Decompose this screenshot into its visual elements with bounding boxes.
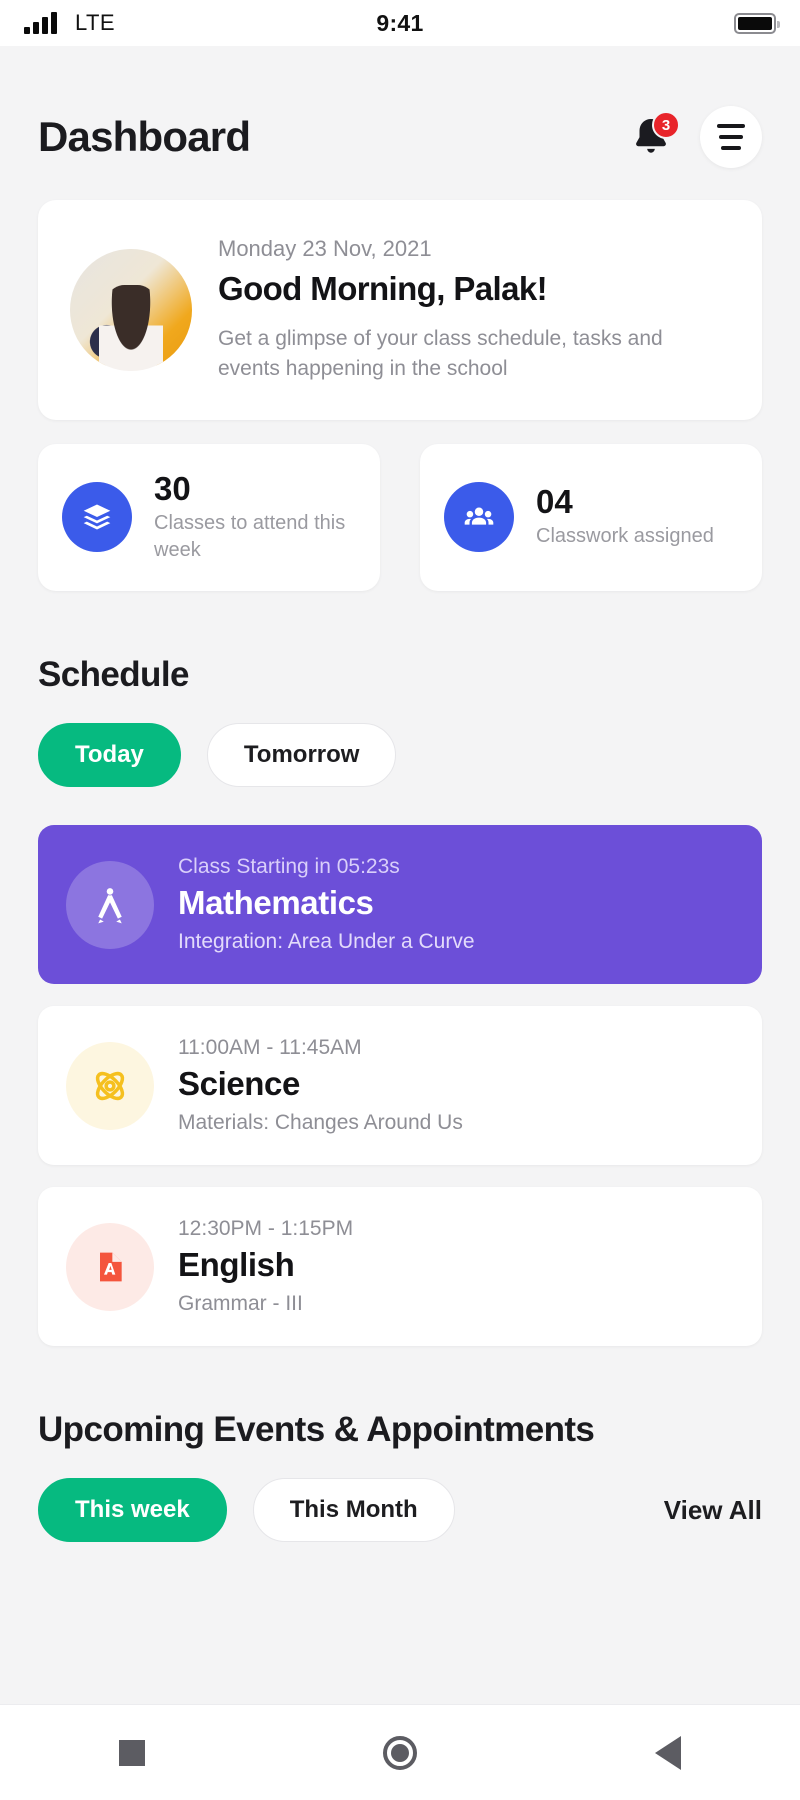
schedule-item-time: Class Starting in 05:23s [178, 855, 400, 879]
tab-this-week[interactable]: This week [38, 1478, 227, 1543]
schedule-item-mathematics[interactable]: Class Starting in 05:23s Mathematics Int… [38, 825, 762, 985]
schedule-tabs: Today Tomorrow [38, 723, 762, 788]
schedule-item-text: 12:30PM - 1:15PM English Grammar - III [178, 1217, 353, 1316]
stat-card-classwork[interactable]: 04 Classwork assigned [420, 443, 762, 592]
status-bar: LTE 9:41 [0, 0, 800, 46]
triangle-back-icon[interactable] [655, 1735, 681, 1770]
people-group-icon [444, 482, 514, 553]
scroll-content: Dashboard 3 Monday 23 Nov, 2021 Good Mor… [0, 46, 800, 1704]
schedule-item-topic: Grammar - III [178, 1292, 303, 1316]
tab-this-month[interactable]: This Month [252, 1478, 455, 1543]
schedule-item-topic: Integration: Area Under a Curve [178, 930, 475, 954]
header-actions: 3 [628, 106, 762, 168]
greeting-title: Good Morning, Palak! [218, 270, 548, 307]
stats-row: 30 Classes to attend this week 04 Classw… [38, 443, 762, 592]
stat-text: 30 Classes to attend this week [154, 469, 356, 563]
status-bar-clock: 9:41 [376, 9, 424, 36]
schedule-item-topic: Materials: Changes Around Us [178, 1111, 463, 1135]
atom-icon [66, 1041, 154, 1130]
phone-screen: LTE 9:41 Dashboard 3 Monday 23 Nov, 2021… [0, 0, 800, 1800]
stat-label: Classes to attend this week [154, 512, 346, 561]
greeting-subtitle: Get a glimpse of your class schedule, ta… [218, 327, 663, 380]
stat-value: 04 [536, 482, 573, 520]
schedule-item-text: Class Starting in 05:23s Mathematics Int… [178, 855, 475, 954]
stat-text: 04 Classwork assigned [536, 482, 714, 550]
battery-icon [734, 12, 780, 34]
tab-today[interactable]: Today [38, 723, 181, 788]
page-header: Dashboard 3 [38, 46, 762, 200]
hamburger-menu-icon [717, 124, 745, 128]
stat-value: 30 [154, 469, 191, 507]
system-nav-bar [0, 1704, 800, 1800]
page-title: Dashboard [38, 113, 251, 160]
square-recents-icon[interactable] [119, 1739, 145, 1766]
notification-badge: 3 [652, 111, 680, 139]
events-section-title: Upcoming Events & Appointments [38, 1410, 595, 1450]
schedule-item-text: 11:00AM - 11:45AM Science Materials: Cha… [178, 1036, 463, 1135]
schedule-item-science[interactable]: 11:00AM - 11:45AM Science Materials: Cha… [38, 1006, 762, 1166]
greeting-date: Monday 23 Nov, 2021 [218, 236, 432, 261]
notifications-button[interactable]: 3 [628, 111, 680, 161]
hamburger-menu-button[interactable] [700, 106, 762, 168]
events-tabs: This week This Month View All [38, 1478, 762, 1543]
schedule-item-time: 11:00AM - 11:45AM [178, 1036, 362, 1060]
stat-card-classes[interactable]: 30 Classes to attend this week [38, 443, 380, 592]
view-all-link[interactable]: View All [664, 1495, 762, 1526]
document-letter-a-icon [66, 1222, 154, 1311]
tab-tomorrow[interactable]: Tomorrow [206, 723, 397, 788]
greeting-card: Monday 23 Nov, 2021 Good Morning, Palak!… [38, 200, 762, 420]
stat-label: Classwork assigned [536, 525, 714, 548]
schedule-section-title: Schedule [38, 655, 189, 695]
schedule-item-name: Mathematics [178, 884, 374, 922]
student-avatar [70, 248, 192, 371]
compass-drafting-icon [66, 860, 154, 949]
schedule-item-name: English [178, 1246, 295, 1284]
schedule-item-english[interactable]: 12:30PM - 1:15PM English Grammar - III [38, 1187, 762, 1347]
circle-home-icon[interactable] [383, 1735, 417, 1770]
layers-stack-icon [62, 482, 132, 553]
schedule-item-time: 12:30PM - 1:15PM [178, 1217, 354, 1241]
greeting-text: Monday 23 Nov, 2021 Good Morning, Palak!… [218, 236, 730, 384]
schedule-list: Class Starting in 05:23s Mathematics Int… [38, 825, 762, 1347]
schedule-item-name: Science [178, 1065, 300, 1103]
status-bar-right [734, 12, 780, 34]
